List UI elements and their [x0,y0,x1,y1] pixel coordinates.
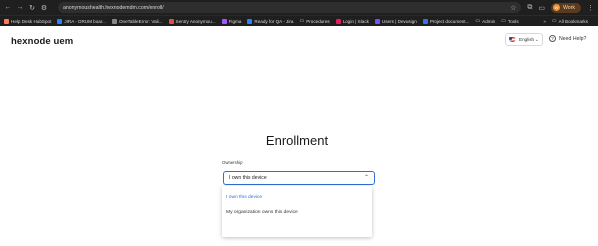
bookmarks-bar: Help Desk HubSpot JIRA - DRUM boar... OneT… [0,15,598,26]
bookmark-item[interactable]: ▭ Procedures [299,18,329,24]
enrollment-page: hexnode uem English ⌄ ? Need Help? Enrol… [0,26,598,246]
bookmark-favicon-icon [247,18,253,24]
bookmark-item[interactable]: Sentry Anonymou... [168,18,216,24]
extensions-icon[interactable]: ⧉ [527,4,532,12]
profile-button[interactable]: W Work [550,2,581,13]
bookmark-favicon-icon [111,18,117,24]
ownership-label: Ownership [222,160,243,165]
sidepanel-icon[interactable]: ▭ [538,4,545,12]
bookmark-item[interactable]: OneTableError: Vali... [111,18,163,24]
need-help-link[interactable]: ? Need Help? [549,35,586,42]
bookmarks-more-button[interactable]: » [543,19,546,24]
option-label: I own this device [226,194,263,200]
bookmarks-more-label: » [543,18,546,24]
bookmark-favicon-icon [335,18,341,24]
bookmark-favicon-icon [4,18,9,24]
bookmark-label: Users | Devusign [381,18,417,24]
option-label: My organization owns this device [226,209,298,215]
folder-icon: ▭ [551,18,557,24]
bookmark-star-icon[interactable]: ☆ [510,4,516,12]
chevron-up-icon: ⌃ [363,174,369,181]
bookmark-label: Procedures [306,18,330,24]
bookmark-item[interactable]: Figma [221,18,242,24]
bookmark-item[interactable]: Users | Devusign [374,18,417,24]
bookmark-favicon-icon [374,18,380,24]
bookmark-label: Ready for QA - Jira [254,18,294,24]
bookmark-label: JIRA - DRUM boar... [64,18,106,24]
bookmark-item[interactable]: Login | Slack [335,18,369,24]
folder-icon: ▭ [501,18,506,24]
forward-icon[interactable]: → [16,4,24,12]
bookmark-label: Sentry Anonymou... [175,18,216,24]
bookmark-item[interactable]: Project document... [422,18,470,24]
bookmark-item[interactable]: ▭ Tools [501,18,518,24]
ownership-select[interactable]: I own this device ⌃ [223,171,375,185]
bookmark-favicon-icon [422,18,428,24]
page-title: Enrollment [265,133,329,148]
question-icon: ? [549,35,556,42]
folder-icon: ▭ [475,18,481,24]
language-label: English [519,37,535,42]
profile-label: Work [562,4,575,11]
folder-icon: ▭ [299,18,305,24]
avatar: W [552,4,560,11]
bookmark-item[interactable]: JIRA - DRUM boar... [57,18,106,24]
bookmark-favicon-icon [57,18,63,24]
browser-toolbar: ← → ↻ ⚙ anonymoushealth.hexnodemdm.com/e… [0,0,598,15]
back-icon[interactable]: ← [4,4,12,12]
bookmark-label: Project document... [429,18,470,24]
chevron-down-icon: ⌄ [534,36,539,43]
bookmark-label: Tools [507,18,519,24]
bookmark-label: Figma [228,18,242,24]
bookmark-favicon-icon [221,18,227,24]
address-url: anonymoushealth.hexnodemdm.com/enroll/ [63,4,164,11]
option-organization-device[interactable]: My organization owns this device [222,205,372,219]
need-help-label: Need Help? [559,35,587,42]
us-flag-icon [509,37,516,42]
language-select[interactable]: English ⌄ [505,33,543,46]
option-own-device[interactable]: I own this device [222,190,372,204]
ownership-selected-value: I own this device [229,175,267,181]
bookmark-item[interactable]: Help Desk HubSpot [4,18,52,24]
bookmark-label: Admin [482,18,496,24]
bookmark-label: Help Desk HubSpot [11,18,52,24]
bookmark-item[interactable]: ▭ Admin [475,18,495,24]
site-settings-icon[interactable]: ⚙ [40,4,48,12]
reload-icon[interactable]: ↻ [28,4,36,12]
bookmark-item[interactable]: Ready for QA - Jira [247,18,294,24]
bookmark-label: Login | Slack [342,18,369,24]
all-bookmarks-button[interactable]: ▭ All Bookmarks [552,18,588,24]
menu-kebab-icon[interactable]: ⋮ [587,4,594,12]
all-bookmarks-label: All Bookmarks [558,18,588,24]
address-bar[interactable]: anonymoushealth.hexnodemdm.com/enroll/ ☆ [58,2,522,13]
bookmark-favicon-icon [168,18,174,24]
ownership-dropdown-menu: I own this device My organization owns t… [222,186,372,237]
bookmark-label: OneTableError: Vali... [118,18,163,24]
hexnode-logo: hexnode uem [11,36,74,47]
